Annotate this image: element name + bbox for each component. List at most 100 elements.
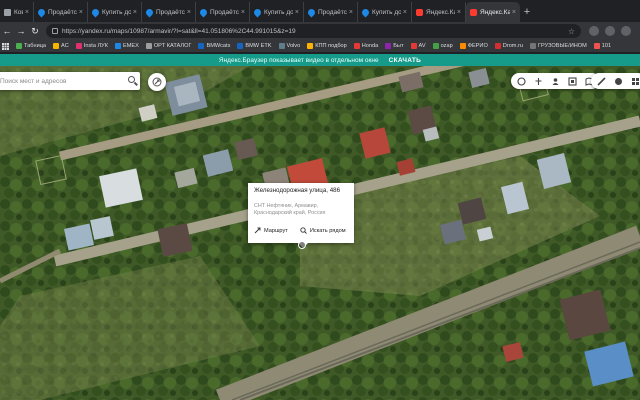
tab-strip: Ковка са×Продаётся×Купить дом×Продаётся×… bbox=[0, 0, 640, 22]
bookmark-item[interactable]: Volvo bbox=[278, 43, 301, 49]
bookmark-item[interactable]: AC bbox=[53, 43, 69, 49]
close-tab-icon[interactable]: × bbox=[512, 9, 516, 16]
popup-nearby-button[interactable]: Искать рядом bbox=[300, 227, 346, 234]
bookmark-item[interactable]: BMWcats bbox=[198, 43, 230, 49]
map-pin-icon bbox=[36, 7, 47, 17]
tab-title: Купить дом bbox=[372, 8, 401, 16]
profile-icon[interactable] bbox=[605, 26, 615, 36]
map-tool-controls bbox=[591, 73, 640, 89]
route-icon bbox=[152, 77, 162, 87]
square-icon bbox=[4, 8, 11, 16]
bookmark-label: 101 bbox=[601, 43, 612, 49]
close-tab-icon[interactable]: × bbox=[349, 9, 353, 16]
bookmark-item[interactable]: AV bbox=[410, 43, 426, 49]
browser-tab[interactable]: Ковка са× bbox=[0, 2, 34, 22]
extension-icon[interactable] bbox=[589, 26, 599, 36]
bookmark-favicon-icon bbox=[593, 43, 600, 49]
address-bar[interactable]: https://yandex.ru/maps/10987/armavir/?l=… bbox=[46, 24, 581, 38]
panorama-icon[interactable] bbox=[551, 77, 560, 86]
print-icon[interactable] bbox=[614, 77, 623, 86]
menu-icon[interactable] bbox=[621, 26, 631, 36]
bookmark-item[interactable]: Insta ЛУК bbox=[75, 43, 108, 49]
bookmarks-bar: Табница AC Insta ЛУК EMEX OPT КАТАЛОГ BMWcats… bbox=[0, 40, 640, 53]
close-tab-icon[interactable]: × bbox=[79, 9, 83, 16]
bookmark-label: Drom.ru bbox=[502, 43, 523, 49]
bookmark-item[interactable]: Drom.ru bbox=[494, 43, 523, 49]
bookmark-favicon-icon bbox=[385, 43, 392, 49]
browser-tab[interactable]: Купить дом× bbox=[88, 2, 142, 22]
close-tab-icon[interactable]: × bbox=[133, 9, 137, 16]
route-icon bbox=[254, 227, 261, 234]
bookmark-item[interactable]: ГРУЗОВЫЕ/ИНОМ bbox=[530, 43, 587, 49]
bookmark-item[interactable]: OPT КАТАЛОГ bbox=[145, 43, 192, 49]
popup-title: Железнодорожная улица, 486 bbox=[254, 187, 341, 194]
map-pin-icon bbox=[198, 7, 209, 17]
route-button[interactable] bbox=[148, 73, 166, 91]
popup-address: СНТ Нефтяник, Армавир, Краснодарский кра… bbox=[254, 203, 348, 217]
ruler-icon[interactable] bbox=[597, 76, 606, 86]
traffic-icon[interactable] bbox=[517, 76, 526, 86]
browser-tab[interactable]: Продаётся× bbox=[142, 2, 196, 22]
bookmark-favicon-icon bbox=[353, 43, 360, 49]
new-tab-icon[interactable]: + bbox=[520, 2, 534, 22]
banner-text: Яндекс.Браузер показывает видео в отдель… bbox=[218, 56, 379, 64]
menu-grid-icon[interactable] bbox=[631, 77, 640, 86]
browser-tab[interactable]: Продаётся× bbox=[304, 2, 358, 22]
tab-title: Купить дом bbox=[102, 8, 131, 16]
popup-nearby-label: Искать рядом bbox=[309, 227, 346, 234]
toolbar-extensions bbox=[589, 26, 631, 36]
close-tab-icon[interactable]: × bbox=[241, 9, 245, 16]
browser-tab[interactable]: Купить дом× bbox=[250, 2, 304, 22]
transit-icon[interactable] bbox=[534, 77, 543, 86]
bookmark-label: EMEX bbox=[122, 43, 139, 49]
close-tab-icon[interactable]: × bbox=[457, 9, 461, 16]
map-pin-icon bbox=[252, 7, 263, 17]
browser-tab[interactable]: Продаётся× bbox=[196, 2, 250, 22]
map-search-input[interactable] bbox=[0, 77, 124, 85]
browser-tab[interactable]: Яндекс.Кар× bbox=[466, 2, 520, 22]
forward-icon[interactable]: → bbox=[14, 26, 28, 36]
bookmark-item[interactable]: ФЕРИО bbox=[459, 43, 488, 49]
browser-tab[interactable]: Яндекс.Кар× bbox=[412, 2, 466, 22]
url-text[interactable]: https://yandex.ru/maps/10987/armavir/?l=… bbox=[62, 28, 296, 35]
close-tab-icon[interactable]: × bbox=[25, 9, 29, 16]
bookmark-favicon-icon bbox=[198, 43, 205, 49]
browser-toolbar: ← → ↻ https://yandex.ru/maps/10987/armav… bbox=[0, 22, 640, 40]
bookmark-item[interactable]: EMEX bbox=[114, 43, 139, 49]
close-tab-icon[interactable]: × bbox=[403, 9, 407, 16]
bookmark-label: Volvo bbox=[286, 43, 301, 49]
bookmark-star-icon[interactable]: ☆ bbox=[568, 27, 575, 36]
bookmark-favicon-icon bbox=[16, 43, 22, 49]
bookmark-favicon-icon bbox=[432, 43, 439, 49]
bookmark-label: OPT КАТАЛОГ bbox=[153, 43, 192, 49]
back-icon[interactable]: ← bbox=[0, 26, 14, 36]
bookmark-favicon-icon bbox=[307, 43, 314, 49]
bookmark-favicon-icon bbox=[75, 43, 82, 49]
bookmark-item[interactable]: Быт bbox=[385, 43, 404, 49]
search-icon[interactable] bbox=[128, 76, 135, 83]
bookmark-favicon-icon bbox=[114, 43, 121, 49]
close-tab-icon[interactable]: × bbox=[295, 9, 299, 16]
bookmark-item[interactable]: 101 bbox=[593, 43, 612, 49]
bookmark-label: КПП подбор bbox=[315, 43, 347, 49]
tab-title: Продаётся bbox=[318, 8, 347, 16]
banner-download-button[interactable]: СКАЧАТЬ bbox=[389, 57, 422, 64]
reload-icon[interactable]: ↻ bbox=[28, 26, 42, 37]
tab-title: Продаётся bbox=[48, 8, 77, 16]
close-tab-icon[interactable]: × bbox=[187, 9, 191, 16]
layers-icon[interactable] bbox=[568, 76, 577, 86]
tab-title: Ковка са bbox=[14, 8, 23, 16]
popup-route-button[interactable]: Маршрут bbox=[254, 227, 288, 234]
bookmark-label: Honda bbox=[361, 43, 379, 49]
bookmark-label: BMWcats bbox=[206, 43, 231, 49]
apps-grid-icon[interactable] bbox=[2, 42, 9, 50]
location-pin-icon[interactable] bbox=[298, 241, 306, 249]
browser-tab[interactable]: Купить дом× bbox=[358, 2, 412, 22]
bookmark-item[interactable]: BMW ETK bbox=[237, 43, 272, 49]
bookmark-item[interactable]: Honda bbox=[353, 43, 379, 49]
browser-tab[interactable]: Продаётся× bbox=[34, 2, 88, 22]
bookmark-item[interactable]: ozap bbox=[432, 43, 453, 49]
search-icon bbox=[300, 227, 307, 234]
bookmark-item[interactable]: Табница bbox=[16, 43, 46, 49]
bookmark-item[interactable]: КПП подбор bbox=[307, 43, 347, 49]
